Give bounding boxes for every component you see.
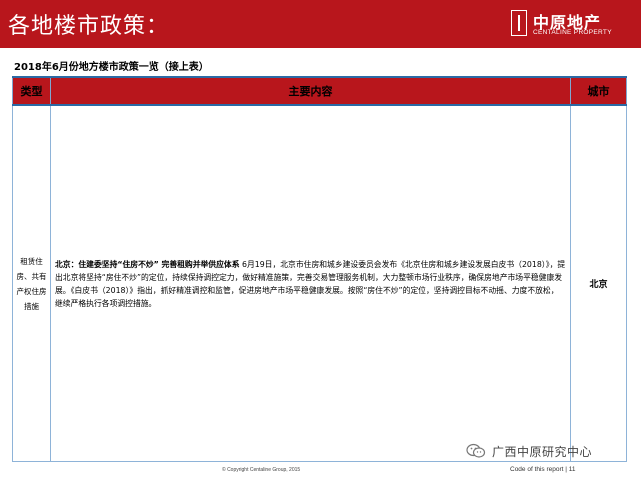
table-row: 租赁住房、共有产权住房措施 北京：住建委坚持“住房不炒” 完善租购并举供应体系 …	[12, 104, 627, 462]
header-bar: 各地楼市政策： 中原地产 CENTALINE PROPERTY	[0, 0, 641, 48]
content-text: 北京：住建委坚持“住房不炒” 完善租购并举供应体系 6月19日，北京市住房和城乡…	[51, 258, 570, 310]
content-cell: 北京：住建委坚持“住房不炒” 完善租购并举供应体系 6月19日，北京市住房和城乡…	[50, 104, 571, 462]
city-text: 北京	[589, 280, 608, 290]
header-main-content: 主要内容	[50, 76, 571, 106]
watermark: 广西中原研究中心	[466, 440, 592, 462]
wechat-icon	[466, 443, 486, 459]
policy-table: 类型 主要内容 城市 租赁住房、共有产权住房措施 北京：住建委坚持“住房不炒” …	[12, 76, 627, 462]
footer-page-number: Code of this report | 11	[510, 466, 576, 473]
watermark-text: 广西中原研究中心	[492, 444, 593, 459]
type-text: 租赁住房、共有产权住房措施	[16, 256, 47, 311]
table-header-row: 类型 主要内容 城市	[12, 76, 627, 106]
header-city: 城市	[570, 76, 627, 106]
header-type: 类型	[12, 76, 51, 106]
type-cell: 租赁住房、共有产权住房措施	[12, 104, 51, 462]
content-lead: 北京：住建委坚持“住房不炒” 完善租购并举供应体系	[55, 259, 240, 269]
city-cell: 北京	[570, 104, 627, 462]
centaline-logo: 中原地产 CENTALINE PROPERTY	[511, 9, 629, 39]
table-subtitle: 2018年6月份地方楼市政策一览（接上表）	[14, 62, 209, 73]
footer-copyright: © Copyright Centaline Group, 2015	[222, 467, 301, 473]
page-title: 各地楼市政策：	[8, 14, 170, 39]
logo-en-text: CENTALINE PROPERTY	[533, 29, 612, 36]
logo-mark-icon	[511, 10, 527, 36]
